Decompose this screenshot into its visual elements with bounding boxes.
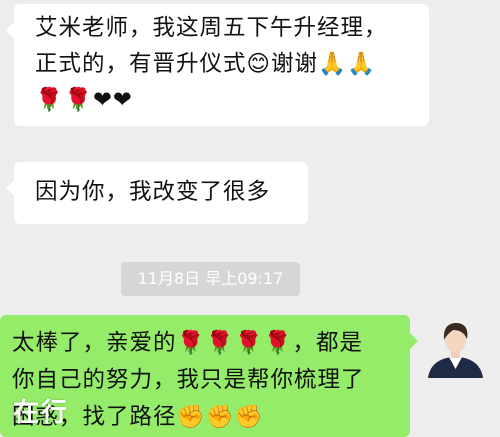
message-line: 🌹🌹❤❤: [35, 87, 133, 113]
user-avatar-icon[interactable]: [424, 315, 487, 378]
message-bubble-incoming[interactable]: 因为你，我改变了很多: [6, 162, 308, 224]
avatar-portrait: [424, 315, 487, 378]
watermark-text: 在行: [13, 398, 70, 428]
message-line: 艾米老师，我这周五下午升经理，: [35, 15, 388, 41]
message-line: 你自己的努力，我只是帮你梳理了: [12, 367, 365, 393]
message-line: 正式的，有晋升仪式😊谢谢🙏🙏: [35, 51, 376, 77]
message-line: 太棒了，亲爱的🌹🌹🌹🌹，都是: [12, 330, 364, 356]
timestamp-badge: 11月8日 早上09:17: [121, 262, 300, 296]
message-line: 困惑，找了路径✊✊✊: [12, 404, 264, 430]
message-bubble-incoming[interactable]: 艾米老师，我这周五下午升经理， 正式的，有晋升仪式😊谢谢🙏🙏 🌹🌹❤❤: [6, 4, 429, 126]
message-line: 因为你，我改变了很多: [35, 179, 271, 205]
